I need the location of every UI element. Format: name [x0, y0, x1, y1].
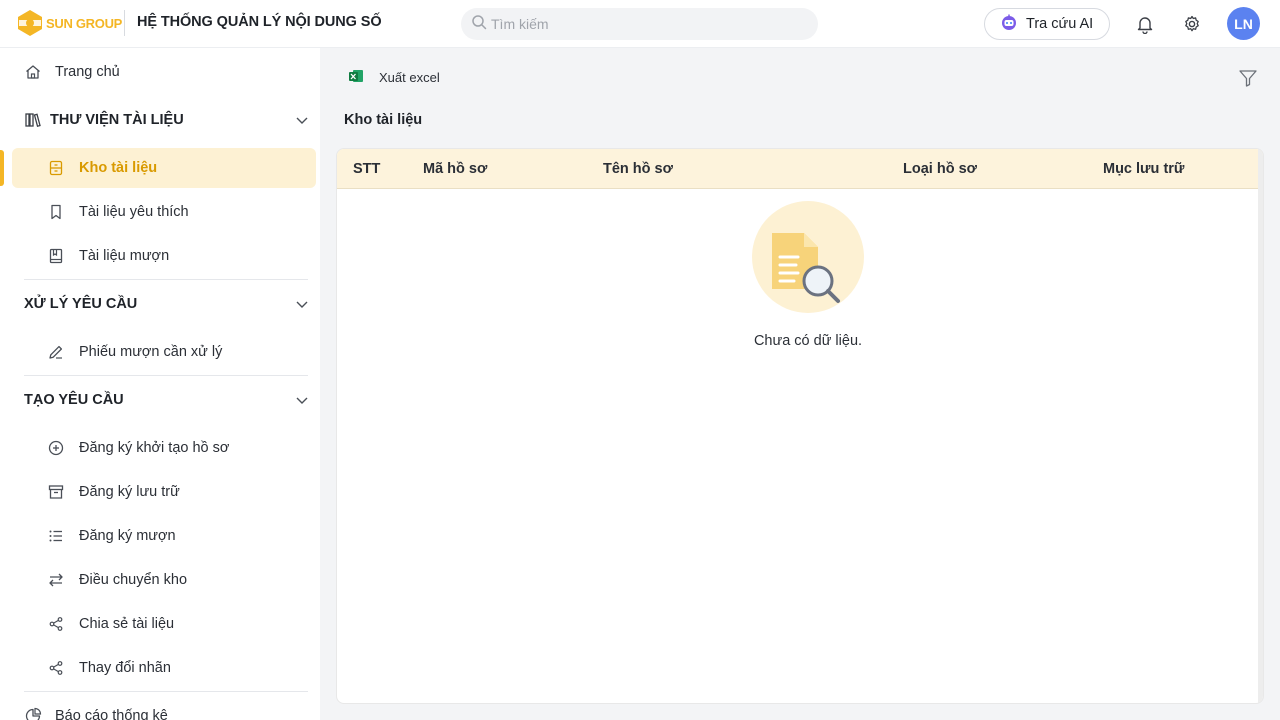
logo-divider — [124, 10, 125, 36]
sidebar-item-label: Đăng ký mượn — [79, 528, 176, 544]
sidebar-item-pending-loans[interactable]: Phiếu mượn cần xử lý — [12, 332, 316, 372]
user-avatar[interactable]: LN — [1227, 7, 1260, 40]
library-icon — [24, 111, 42, 129]
section-create-request[interactable]: TẠO YÊU CẦU — [12, 380, 316, 420]
table-header: STT Mã hồ sơ Tên hồ sơ Loại hồ sơ Mục lư… — [337, 149, 1263, 189]
list-icon — [47, 527, 65, 545]
empty-state-illustration — [752, 201, 864, 313]
column-header-stt[interactable]: STT — [353, 161, 380, 177]
ai-lookup-button[interactable]: Tra cứu AI — [984, 8, 1110, 40]
search-box[interactable] — [461, 8, 818, 40]
book-icon — [47, 247, 65, 265]
sidebar-item-label: Chia sẻ tài liệu — [79, 616, 175, 632]
app-title: HỆ THỐNG QUẢN LÝ NỘI DUNG SỐ — [137, 14, 382, 30]
logo-text: SUN GROUP — [46, 15, 123, 31]
ai-button-label: Tra cứu AI — [1026, 16, 1094, 32]
column-header-storage-category[interactable]: Mục lưu trữ — [1103, 161, 1184, 177]
sidebar-item-favorite-documents[interactable]: Tài liệu yêu thích — [12, 192, 316, 232]
sidebar-item-label: Kho tài liệu — [79, 160, 158, 176]
pencil-icon — [47, 343, 65, 361]
sidebar-item-label: Thay đổi nhãn — [79, 660, 171, 676]
notification-bell-icon[interactable] — [1135, 14, 1155, 35]
share-icon — [47, 659, 65, 677]
table-scrollbar[interactable] — [1258, 149, 1263, 703]
plus-circle-icon — [47, 439, 65, 457]
transfer-arrows-icon — [47, 571, 65, 589]
section-title: XỬ LÝ YÊU CẦU — [24, 296, 138, 312]
sidebar-item-register-storage[interactable]: Đăng ký lưu trữ — [12, 472, 316, 512]
search-icon — [471, 14, 487, 35]
main-content: Xuất excel Kho tài liệu STT Mã hồ sơ Tên… — [320, 48, 1280, 720]
column-header-record-type[interactable]: Loại hồ sơ — [903, 161, 977, 177]
section-document-library[interactable]: THƯ VIỆN TÀI LIỆU — [12, 100, 316, 140]
export-excel-button[interactable]: Xuất excel — [348, 68, 440, 87]
sidebar-item-register-borrow[interactable]: Đăng ký mượn — [12, 516, 316, 556]
pie-chart-icon — [24, 707, 42, 720]
divider — [24, 279, 308, 280]
sidebar-item-register-create-record[interactable]: Đăng ký khởi tạo hồ sơ — [12, 428, 316, 468]
sidebar-item-document-store[interactable]: Kho tài liệu — [12, 148, 316, 188]
section-request-processing[interactable]: XỬ LÝ YÊU CẦU — [12, 284, 316, 324]
chevron-down-icon[interactable] — [294, 112, 310, 128]
sun-group-logo[interactable]: SUN GROUP — [16, 8, 122, 38]
page-title: Kho tài liệu — [344, 112, 423, 128]
export-excel-label: Xuất excel — [379, 70, 440, 85]
sidebar-item-label: Phiếu mượn cần xử lý — [79, 344, 223, 360]
column-header-record-name[interactable]: Tên hồ sơ — [603, 161, 673, 177]
sidebar-item-home[interactable]: Trang chủ — [12, 52, 316, 92]
sidebar-item-change-label[interactable]: Thay đổi nhãn — [12, 648, 316, 688]
bookmark-icon — [47, 203, 65, 221]
archive-icon — [47, 483, 65, 501]
empty-state-text: Chưa có dữ liệu. — [753, 333, 863, 349]
sidebar-item-share-documents[interactable]: Chia sẻ tài liệu — [12, 604, 316, 644]
robot-icon — [1000, 13, 1018, 35]
sidebar-item-borrowed-documents[interactable]: Tài liệu mượn — [12, 236, 316, 276]
section-title: TẠO YÊU CẦU — [24, 392, 124, 408]
excel-icon — [348, 68, 364, 87]
share-icon — [47, 615, 65, 633]
sidebar-item-label: Báo cáo thống kê — [55, 708, 168, 720]
divider — [24, 375, 308, 376]
home-icon — [24, 63, 42, 81]
sidebar: Trang chủ THƯ VIỆN TÀI LIỆU Kho tài liệu… — [0, 48, 320, 720]
archive-box-icon — [47, 159, 65, 177]
column-header-record-code[interactable]: Mã hồ sơ — [423, 161, 487, 177]
sidebar-item-reports[interactable]: Báo cáo thống kê — [12, 696, 316, 720]
app-header: SUN GROUP HỆ THỐNG QUẢN LÝ NỘI DUNG SỐ T… — [0, 0, 1280, 48]
sidebar-item-label: Đăng ký khởi tạo hồ sơ — [79, 440, 230, 456]
settings-gear-icon[interactable] — [1182, 14, 1202, 34]
divider — [24, 691, 308, 692]
sun-logo-icon — [16, 9, 44, 37]
documents-table: STT Mã hồ sơ Tên hồ sơ Loại hồ sơ Mục lư… — [336, 148, 1264, 704]
sidebar-item-label: Đăng ký lưu trữ — [79, 484, 180, 500]
chevron-down-icon[interactable] — [294, 296, 310, 312]
sidebar-item-label: Trang chủ — [55, 64, 120, 80]
search-input[interactable] — [491, 16, 791, 32]
chevron-down-icon[interactable] — [294, 392, 310, 408]
section-title: THƯ VIỆN TÀI LIỆU — [50, 112, 184, 128]
sidebar-item-label: Tài liệu yêu thích — [79, 204, 189, 220]
sidebar-item-label: Điều chuyển kho — [79, 572, 188, 588]
active-indicator — [0, 150, 4, 186]
filter-icon[interactable] — [1238, 68, 1258, 88]
sidebar-item-warehouse-transfer[interactable]: Điều chuyển kho — [12, 560, 316, 600]
sidebar-item-label: Tài liệu mượn — [79, 248, 170, 264]
